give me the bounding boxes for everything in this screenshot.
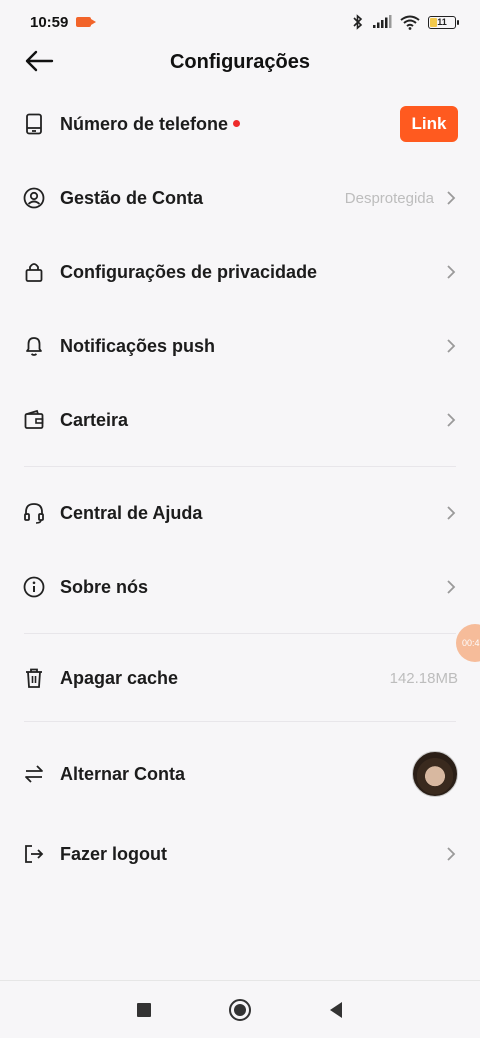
divider <box>24 466 456 467</box>
settings-row-account[interactable]: Gestão de Conta Desprotegida <box>0 170 480 226</box>
battery-level: 11 <box>437 17 447 27</box>
status-right: 11 <box>352 14 459 30</box>
settings-row-phone[interactable]: Número de telefone Link <box>0 96 480 152</box>
switch-icon <box>22 762 46 786</box>
back-button[interactable] <box>22 44 56 78</box>
divider <box>24 633 456 634</box>
page-title: Configurações <box>169 50 311 73</box>
settings-row-cache[interactable]: Apagar cache 142.18MB <box>0 650 480 706</box>
row-right: Link <box>400 106 458 142</box>
settings-row-about[interactable]: Sobre nós <box>0 559 480 615</box>
arrow-left-icon <box>25 50 54 72</box>
phone-icon <box>22 112 46 136</box>
floating-timer-text: 00:4 <box>462 638 480 648</box>
circle-icon <box>229 998 251 1021</box>
account-icon <box>22 186 46 210</box>
lock-icon <box>22 260 46 284</box>
chevron-right-icon <box>444 580 458 594</box>
row-label: Número de telefone <box>60 113 241 135</box>
bluetooth-icon <box>353 14 363 30</box>
row-right: Desprotegida <box>345 190 458 207</box>
home-button[interactable] <box>227 997 253 1023</box>
row-label: Central de Ajuda <box>60 502 203 523</box>
system-nav-bar <box>0 980 480 1038</box>
headset-icon <box>22 501 46 525</box>
row-right <box>412 751 458 797</box>
bell-icon <box>22 334 46 358</box>
row-label: Carteira <box>60 409 129 430</box>
phone-label: Número de telefone <box>60 113 229 134</box>
status-time: 10:59 <box>30 13 69 31</box>
row-label: Configurações de privacidade <box>60 261 318 282</box>
settings-row-push[interactable]: Notificações push <box>0 318 480 374</box>
row-right <box>444 339 458 353</box>
row-label: Fazer logout <box>60 843 167 864</box>
row-label: Gestão de Conta <box>60 187 204 208</box>
wallet-icon <box>22 408 46 432</box>
triangle-back-icon <box>330 1001 342 1018</box>
logout-icon <box>22 842 46 866</box>
status-left: 10:59 <box>30 13 97 31</box>
chevron-right-icon <box>444 847 458 861</box>
header: Configurações <box>0 40 480 84</box>
chevron-right-icon <box>444 191 458 205</box>
recents-button[interactable] <box>131 997 157 1023</box>
settings-row-help[interactable]: Central de Ajuda <box>0 485 480 541</box>
settings-row-wallet[interactable]: Carteira <box>0 392 480 448</box>
signal-icon <box>373 15 392 28</box>
trash-icon <box>22 666 46 690</box>
back-nav-button[interactable] <box>323 997 349 1023</box>
info-icon <box>22 575 46 599</box>
link-phone-button[interactable]: Link <box>400 106 458 142</box>
row-right <box>444 413 458 427</box>
settings-row-switch-account[interactable]: Alternar Conta <box>0 746 480 802</box>
row-right: 142.18MB <box>390 670 458 687</box>
settings-row-privacy[interactable]: Configurações de privacidade <box>0 244 480 300</box>
account-status: Desprotegida <box>344 189 434 207</box>
chevron-right-icon <box>444 413 458 427</box>
avatar[interactable] <box>412 751 458 797</box>
row-right <box>444 265 458 279</box>
row-label: Apagar cache <box>60 667 179 688</box>
status-bar: 10:59 11 <box>0 0 480 44</box>
wifi-icon <box>400 15 420 30</box>
row-right <box>444 580 458 594</box>
row-label: Alternar Conta <box>60 763 186 784</box>
divider <box>24 721 456 722</box>
row-label: Sobre nós <box>60 576 149 597</box>
chevron-right-icon <box>444 339 458 353</box>
screen-record-icon <box>76 17 97 27</box>
square-icon <box>137 1002 151 1017</box>
row-right <box>444 506 458 520</box>
notification-dot <box>233 119 241 127</box>
chevron-right-icon <box>444 265 458 279</box>
battery-icon: 11 <box>428 15 459 29</box>
row-label: Notificações push <box>60 335 216 356</box>
row-right <box>444 847 458 861</box>
cache-size: 142.18MB <box>389 669 458 687</box>
chevron-right-icon <box>444 506 458 520</box>
settings-row-logout[interactable]: Fazer logout <box>0 826 480 882</box>
